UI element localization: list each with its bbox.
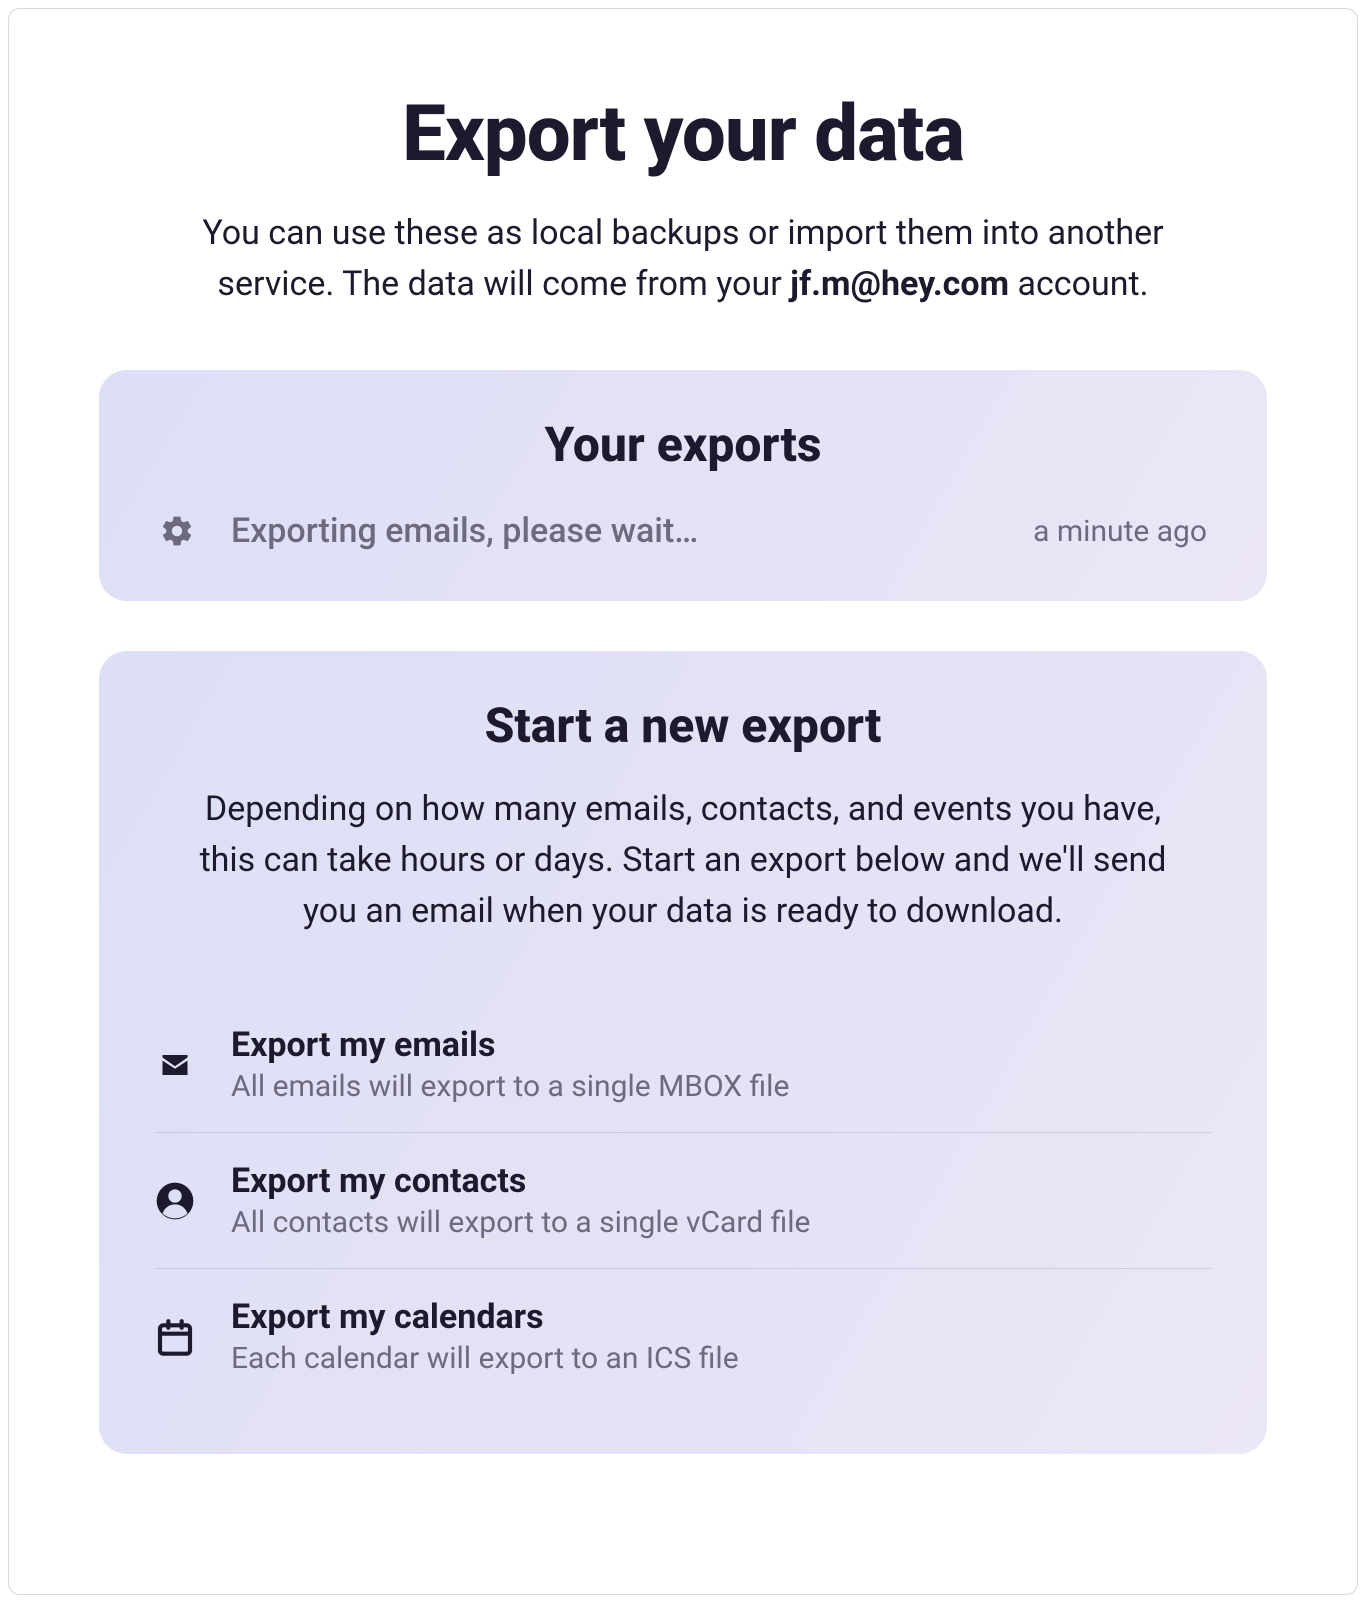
page-subtitle: You can use these as local backups or im… [153,208,1213,310]
export-calendars-label: Export my calendars [231,1297,739,1337]
export-contacts-option[interactable]: Export my contacts All contacts will exp… [155,1133,1211,1269]
new-export-subtitle: Depending on how many emails, contacts, … [178,784,1188,937]
new-export-title: Start a new export [155,697,1211,754]
person-icon [155,1181,195,1221]
account-email: jf.m@hey.com [790,264,1009,304]
export-status-text: Exporting emails, please wait… [231,511,997,551]
export-emails-label: Export my emails [231,1025,789,1065]
export-status-row: Exporting emails, please wait… a minute … [155,503,1211,551]
your-exports-title: Your exports [155,416,1211,473]
export-emails-text: Export my emails All emails will export … [231,1025,789,1104]
export-contacts-label: Export my contacts [231,1161,810,1201]
subtitle-post: account. [1009,264,1149,304]
export-calendars-option[interactable]: Export my calendars Each calendar will e… [155,1269,1211,1404]
export-calendars-text: Export my calendars Each calendar will e… [231,1297,739,1376]
export-calendars-desc: Each calendar will export to an ICS file [231,1341,739,1376]
gear-icon [159,513,195,549]
export-emails-option[interactable]: Export my emails All emails will export … [155,997,1211,1133]
new-export-card: Start a new export Depending on how many… [99,651,1267,1454]
export-status-time: a minute ago [1033,514,1207,549]
page-title: Export your data [99,89,1267,180]
your-exports-card: Your exports Exporting emails, please wa… [99,370,1267,601]
calendar-icon [155,1317,195,1357]
export-contacts-text: Export my contacts All contacts will exp… [231,1161,810,1240]
export-options-list: Export my emails All emails will export … [155,997,1211,1404]
export-contacts-desc: All contacts will export to a single vCa… [231,1205,810,1240]
envelope-icon [155,1045,195,1085]
page-container: Export your data You can use these as lo… [8,8,1358,1595]
export-emails-desc: All emails will export to a single MBOX … [231,1069,789,1104]
